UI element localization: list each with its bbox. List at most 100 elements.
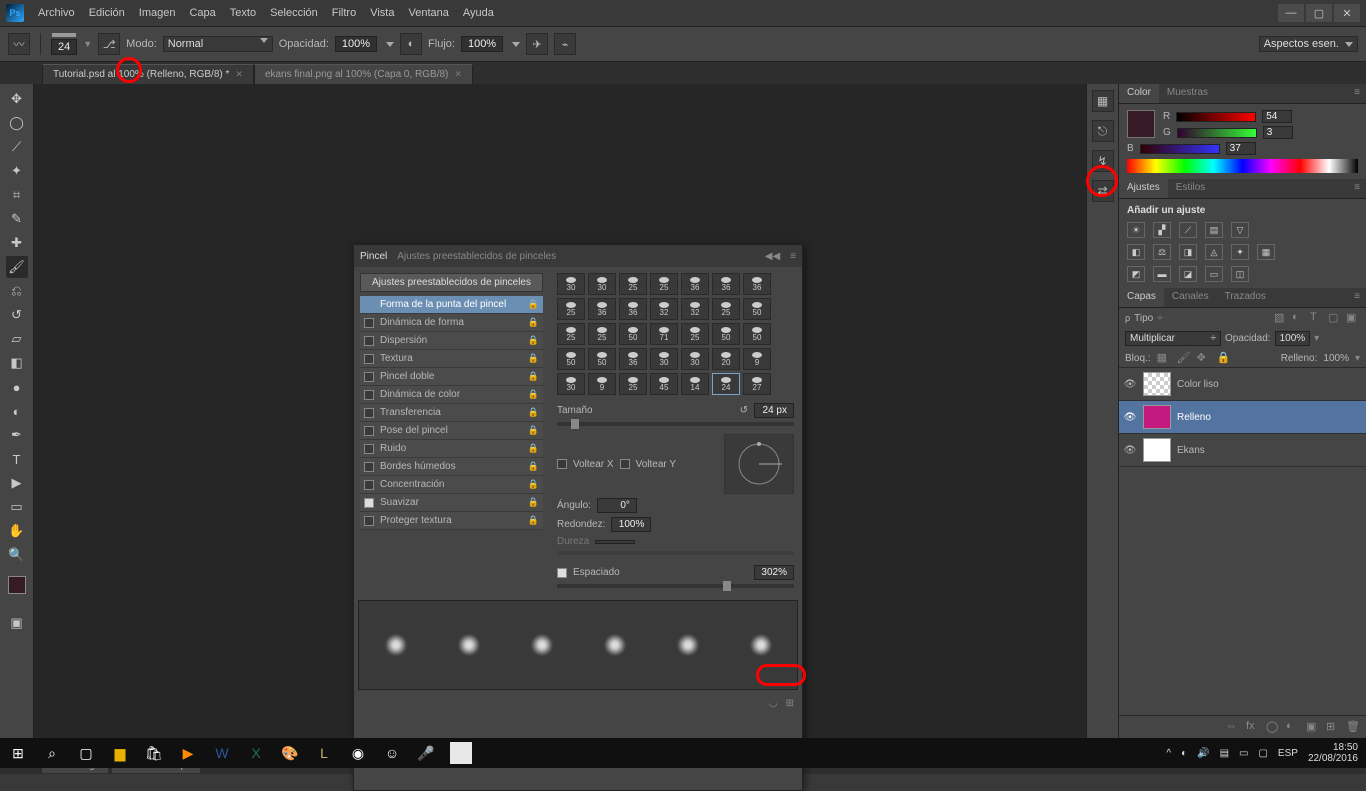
brush-setting-row[interactable]: Proteger textura🔒 (360, 512, 543, 530)
brush-preset[interactable]: 50 (743, 298, 771, 320)
brush-presets-tab[interactable]: Ajustes preestablecidos de pinceles (397, 251, 556, 262)
character-panel-icon[interactable]: ⇄ (1092, 180, 1114, 202)
r-value[interactable]: 54 (1262, 110, 1292, 123)
marquee-tool[interactable]: ◯ (6, 112, 28, 134)
menu-capa[interactable]: Capa (189, 7, 215, 19)
brush-setting-row[interactable]: Bordes húmedos🔒 (360, 458, 543, 476)
brush-preset[interactable]: 50 (557, 348, 585, 370)
spacing-slider[interactable] (557, 584, 794, 588)
size-slider[interactable] (557, 422, 794, 426)
brush-setting-row[interactable]: Dinámica de color🔒 (360, 386, 543, 404)
lock-icon[interactable]: 🔒 (528, 353, 539, 364)
lasso-tool[interactable]: ⟋ (6, 136, 28, 158)
lock-icon[interactable]: 🔒 (528, 317, 539, 328)
pressure-size-icon[interactable]: ⌁ (554, 33, 576, 55)
menu-filtro[interactable]: Filtro (332, 7, 356, 19)
filter-image-icon[interactable]: ▨ (1274, 311, 1288, 325)
visibility-icon[interactable]: 👁 (1123, 443, 1137, 457)
mixer-icon[interactable]: ✦ (1231, 244, 1249, 260)
panel-menu-icon[interactable]: ≡ (790, 251, 796, 262)
brush-preset[interactable]: 20 (712, 348, 740, 370)
brush-preset[interactable]: 50 (619, 323, 647, 345)
lock-icon[interactable]: 🔒 (528, 299, 539, 310)
brush-preset[interactable]: 25 (588, 323, 616, 345)
layer-thumb[interactable] (1143, 372, 1171, 396)
brush-tool-icon[interactable]: 〰 (8, 33, 30, 55)
brush-size-field[interactable]: 24 px (754, 403, 794, 418)
r-slider[interactable] (1176, 112, 1256, 122)
menu-ayuda[interactable]: Ayuda (463, 7, 494, 19)
panel-menu-icon[interactable]: ≡ (1348, 288, 1366, 307)
path-select-tool[interactable]: ▶ (6, 472, 28, 494)
app-icon[interactable]: ☺ (382, 743, 402, 763)
b-value[interactable]: 37 (1226, 142, 1256, 155)
lock-trans-icon[interactable]: ▦ (1157, 351, 1171, 365)
brush-preset[interactable]: 71 (650, 323, 678, 345)
new-layer-icon[interactable]: ⊞ (1326, 720, 1340, 734)
brush-preset[interactable]: 36 (712, 273, 740, 295)
mask-icon[interactable]: ◯ (1266, 720, 1280, 734)
lock-icon[interactable]: 🔒 (528, 425, 539, 436)
layers-tab[interactable]: Capas (1119, 288, 1164, 307)
menu-texto[interactable]: Texto (230, 7, 256, 19)
brush-setting-row[interactable]: Pose del pincel🔒 (360, 422, 543, 440)
vibrance-icon[interactable]: ▽ (1231, 222, 1249, 238)
menu-edicion[interactable]: Edición (89, 7, 125, 19)
tray-icon[interactable]: ◐ (1181, 748, 1187, 759)
lock-icon[interactable]: 🔒 (528, 515, 539, 526)
toggle-preview-icon[interactable]: ◡ (769, 698, 778, 709)
visibility-icon[interactable]: 👁 (1123, 377, 1137, 391)
tray-expand-icon[interactable]: ^ (1166, 748, 1171, 759)
brush-tool[interactable]: 🖌 (6, 256, 28, 278)
exposure-icon[interactable]: ▤ (1205, 222, 1223, 238)
styles-tab[interactable]: Estilos (1168, 179, 1213, 198)
brush-size-value[interactable]: 24 (51, 39, 77, 55)
stamp-tool[interactable]: ⎌ (6, 280, 28, 302)
shape-tool[interactable]: ▭ (6, 496, 28, 518)
brush-preset[interactable]: 30 (588, 273, 616, 295)
store-icon[interactable]: 🛍 (144, 743, 164, 763)
minimize-button[interactable]: — (1278, 4, 1304, 22)
flow-value[interactable]: 100% (461, 36, 503, 52)
lut-icon[interactable]: ▦ (1257, 244, 1275, 260)
pen-tool[interactable]: ✒ (6, 424, 28, 446)
word-icon[interactable]: W (212, 743, 232, 763)
filter-smart-icon[interactable]: ▣ (1346, 311, 1360, 325)
media-icon[interactable]: ▶ (178, 743, 198, 763)
lol-icon[interactable]: L (314, 743, 334, 763)
brush-preset[interactable]: 25 (712, 298, 740, 320)
balance-icon[interactable]: ⚖ (1153, 244, 1171, 260)
clock-date[interactable]: 22/08/2016 (1308, 753, 1358, 764)
hue-icon[interactable]: ◧ (1127, 244, 1145, 260)
selective-color-icon[interactable]: ◫ (1231, 266, 1249, 282)
paths-tab[interactable]: Trazados (1217, 288, 1274, 307)
flip-y-checkbox[interactable] (620, 459, 630, 469)
channels-tab[interactable]: Canales (1164, 288, 1217, 307)
brush-setting-row[interactable]: Forma de la punta del pincel🔒 (360, 296, 543, 314)
lock-icon[interactable]: 🔒 (528, 389, 539, 400)
lock-icon[interactable]: 🔒 (528, 479, 539, 490)
brush-setting-row[interactable]: Pincel doble🔒 (360, 368, 543, 386)
brush-tab[interactable]: Pincel (360, 251, 387, 262)
language-indicator[interactable]: ESP (1278, 748, 1298, 759)
checkbox[interactable] (364, 318, 374, 328)
brush-preset[interactable]: 36 (619, 348, 647, 370)
paint-icon[interactable]: 🎨 (280, 743, 300, 763)
history-panel-icon[interactable]: ▦ (1092, 90, 1114, 112)
brush-preset[interactable]: 9 (743, 348, 771, 370)
angle-control[interactable] (724, 434, 794, 494)
brush-preset[interactable]: 14 (681, 373, 709, 395)
group-icon[interactable]: ▣ (1306, 720, 1320, 734)
dodge-tool[interactable]: ◐ (6, 400, 28, 422)
close-tab-icon[interactable]: ✕ (235, 69, 243, 80)
brush-presets-button[interactable]: Ajustes preestablecidos de pinceles (360, 273, 543, 292)
lock-paint-icon[interactable]: 🖌 (1177, 351, 1191, 365)
layer-row[interactable]: 👁 Ekans (1119, 434, 1366, 467)
photo-filter-icon[interactable]: ◬ (1205, 244, 1223, 260)
move-tool[interactable]: ✥ (6, 88, 28, 110)
task-view-icon[interactable]: ▢ (76, 743, 96, 763)
brush-preset[interactable]: 36 (743, 273, 771, 295)
brightness-icon[interactable]: ☀ (1127, 222, 1145, 238)
menu-ventana[interactable]: Ventana (408, 7, 448, 19)
eyedropper-tool[interactable]: ✎ (6, 208, 28, 230)
